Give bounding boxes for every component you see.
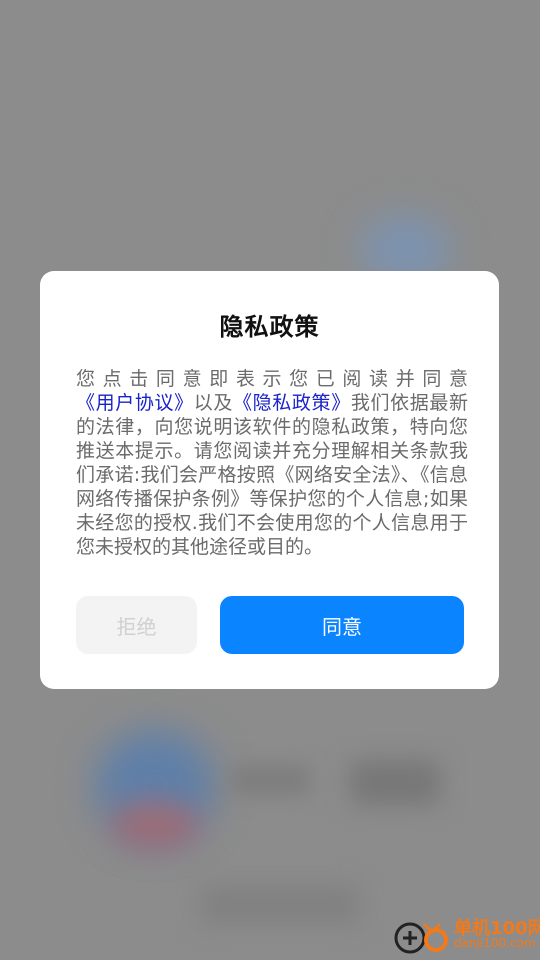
- background-blur-text: [350, 760, 440, 805]
- background-blur-text: [230, 765, 310, 795]
- dialog-title: 隐私政策: [219, 313, 320, 341]
- agree-button[interactable]: 同意: [220, 596, 464, 654]
- watermark-logo-icon: [394, 922, 448, 954]
- body-text-main: 我们依据最新的法律，向您说明该软件的隐私政策，特向您推送本提示。请您阅读并充分理…: [76, 392, 468, 558]
- background-blur-text: [200, 885, 360, 925]
- privacy-policy-dialog: 隐私政策 您点击同意即表示您已阅读并同意《用户协议》以及《隐私政策》我们依据最新…: [40, 271, 499, 689]
- app-screen: 隐私政策 您点击同意即表示您已阅读并同意《用户协议》以及《隐私政策》我们依据最新…: [0, 0, 540, 960]
- body-text-and: 以及: [193, 392, 234, 414]
- dialog-body-text: 您点击同意即表示您已阅读并同意《用户协议》以及《隐私政策》我们依据最新的法律，向…: [76, 367, 468, 559]
- body-text-intro: 您点击同意即表示您已阅读并同意: [76, 368, 468, 390]
- background-blur-image-accent: [110, 800, 200, 850]
- watermark-domain: danji100.com: [454, 936, 536, 950]
- user-agreement-link[interactable]: 《用户协议》: [76, 392, 194, 414]
- privacy-policy-link[interactable]: 《隐私政策》: [233, 392, 351, 414]
- reject-button[interactable]: 拒绝: [76, 596, 197, 654]
- watermark: 单机100网 danji100.com: [392, 912, 540, 960]
